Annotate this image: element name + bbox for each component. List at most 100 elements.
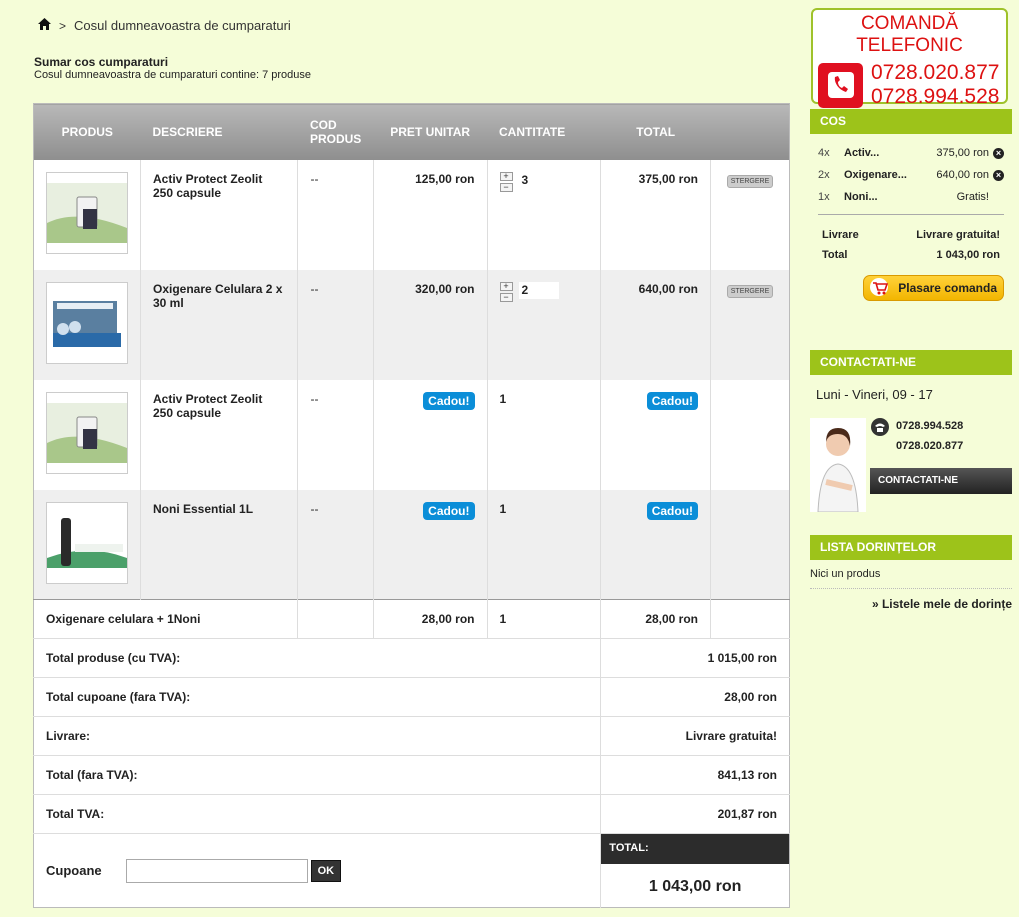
cart-summary-subtitle: Cosul dumneavoastra de cumparaturi conti… bbox=[34, 69, 311, 81]
cart-item-qty: 1x bbox=[818, 191, 830, 203]
contact-phone[interactable]: 0728.020.877 bbox=[896, 436, 963, 456]
summary-value: 841,13 ron bbox=[600, 755, 790, 795]
product-thumbnail[interactable] bbox=[46, 391, 128, 474]
grand-total-value: 1 043,00 ron bbox=[648, 878, 742, 895]
line-total: 375,00 ron bbox=[600, 159, 712, 270]
total-label: Total bbox=[822, 249, 848, 261]
list-item: 4x Activ... 375,00 ron × bbox=[810, 142, 1012, 164]
sidebar-cart-title: COS bbox=[810, 109, 1012, 134]
gift-badge: Cadou! bbox=[423, 391, 475, 410]
table-row: Oxigenare Celulara 2 x 30 ml -- 320,00 r… bbox=[33, 269, 790, 380]
product-thumbnail[interactable] bbox=[46, 501, 128, 584]
summary-label: Total cupoane (fara TVA): bbox=[33, 677, 602, 717]
contact-button[interactable]: CONTACTATI-NE bbox=[870, 468, 1012, 494]
table-row: Activ Protect Zeolit 250 capsule -- 125,… bbox=[33, 159, 790, 270]
discount-name: Oxigenare celulara + 1Noni bbox=[33, 599, 299, 639]
coupon-total-row: Cupoane OK TOTAL: 1 043,00 ron bbox=[33, 833, 790, 908]
product-code: -- bbox=[310, 391, 319, 406]
product-code: -- bbox=[310, 281, 319, 296]
summary-label: Total TVA: bbox=[33, 794, 602, 834]
shipping-value: Livrare gratuita! bbox=[916, 229, 1000, 241]
sidebar-wishlist: LISTA DORINȚELOR Nici un produs » Listel… bbox=[810, 535, 1012, 611]
phone-order-box: COMANDĂ TELEFONIC 0728.020.877 0728.994.… bbox=[811, 8, 1008, 108]
sidebar-contact: CONTACTATI-NE Luni - Vineri, 09 - 17 072… bbox=[810, 350, 1012, 512]
unit-price: 320,00 ron bbox=[373, 269, 488, 380]
cart-item-price: 375,00 ron bbox=[936, 147, 989, 159]
header-total: TOTAL bbox=[600, 103, 711, 160]
list-item: 2x Oxigenare... 640,00 ron × bbox=[810, 164, 1012, 186]
remove-icon[interactable]: × bbox=[993, 147, 1004, 159]
contact-phone[interactable]: 0728.994.528 bbox=[896, 416, 963, 436]
sidebar-cart: COS 4x Activ... 375,00 ron × 2x Oxigenar… bbox=[810, 109, 1012, 301]
product-name[interactable]: Oxigenare Celulara 2 x 30 ml bbox=[153, 282, 285, 310]
cart-item-name[interactable]: Activ... bbox=[844, 147, 936, 159]
shipping-label: Livrare bbox=[822, 229, 859, 241]
minus-icon[interactable]: − bbox=[499, 292, 513, 302]
remove-icon[interactable]: × bbox=[993, 169, 1004, 181]
wishlist-link[interactable]: » Listele mele de dorințe bbox=[810, 589, 1012, 611]
divider bbox=[818, 214, 1004, 215]
delete-button[interactable]: STERGERE bbox=[726, 174, 774, 188]
product-code: -- bbox=[310, 171, 319, 186]
phone-number[interactable]: 0728.020.877 bbox=[871, 61, 999, 85]
summary-row: Total TVA: 201,87 ron bbox=[33, 794, 790, 834]
support-agent-image bbox=[810, 418, 866, 512]
coupon-input[interactable] bbox=[125, 858, 308, 883]
place-order-button[interactable]: Plasare comanda bbox=[863, 275, 1004, 301]
list-item: 1x Noni... Gratis! bbox=[810, 186, 1012, 208]
phone-icon bbox=[818, 62, 863, 108]
breadcrumb: > Cosul dumneavoastra de cumparaturi bbox=[38, 18, 291, 33]
shopping-cart-icon bbox=[870, 277, 892, 299]
header-pret-unitar: PRET UNITAR bbox=[373, 103, 487, 160]
unit-price: 125,00 ron bbox=[373, 159, 488, 270]
summary-row: Total produse (cu TVA): 1 015,00 ron bbox=[33, 638, 790, 678]
summary-value: 1 015,00 ron bbox=[600, 638, 790, 678]
coupon-label: Cupoane bbox=[46, 863, 102, 878]
sidebar-contact-title: CONTACTATI-NE bbox=[810, 350, 1012, 375]
product-name[interactable]: Noni Essential 1L bbox=[153, 502, 285, 516]
home-icon[interactable] bbox=[38, 18, 51, 33]
total-value: 1 043,00 ron bbox=[936, 249, 1000, 261]
coupon-ok-button[interactable]: OK bbox=[310, 859, 342, 882]
breadcrumb-current: Cosul dumneavoastra de cumparaturi bbox=[74, 18, 291, 33]
breadcrumb-separator: > bbox=[59, 18, 67, 33]
product-name[interactable]: Activ Protect Zeolit 250 capsule bbox=[153, 172, 285, 200]
quantity-stepper: + − 3 bbox=[499, 171, 589, 192]
cart-item-qty: 2x bbox=[818, 169, 830, 181]
header-produs: PRODUS bbox=[33, 103, 141, 160]
cart-shipping: Livrare Livrare gratuita! bbox=[810, 225, 1012, 245]
header-actions bbox=[710, 103, 790, 160]
cart-item-name[interactable]: Noni... bbox=[844, 191, 957, 203]
summary-value: 201,87 ron bbox=[600, 794, 790, 834]
quantity-field[interactable]: 3 bbox=[518, 171, 559, 189]
discount-total: 28,00 ron bbox=[600, 599, 712, 639]
header-cod-produs: COD PRODUS bbox=[297, 103, 374, 160]
cart-header-row: PRODUS DESCRIERE COD PRODUS PRET UNITAR … bbox=[33, 103, 790, 160]
quantity-field[interactable]: 2 bbox=[518, 281, 559, 299]
delete-button[interactable]: STERGERE bbox=[726, 284, 774, 298]
product-thumbnail[interactable] bbox=[46, 281, 128, 364]
cart-item-qty: 4x bbox=[818, 147, 830, 159]
table-row: Activ Protect Zeolit 250 capsule -- Cado… bbox=[33, 379, 790, 490]
cart-total: Total 1 043,00 ron bbox=[810, 245, 1012, 265]
header-descriere: DESCRIERE bbox=[140, 103, 298, 160]
plus-icon[interactable]: + bbox=[499, 171, 513, 181]
grand-total-label: TOTAL: bbox=[601, 834, 789, 864]
gift-badge: Cadou! bbox=[423, 501, 475, 520]
summary-value: 28,00 ron bbox=[600, 677, 790, 717]
cart-item-name[interactable]: Oxigenare... bbox=[844, 169, 936, 181]
cart-table: PRODUS DESCRIERE COD PRODUS PRET UNITAR … bbox=[33, 103, 790, 908]
coupon-area: Cupoane OK bbox=[46, 858, 588, 883]
discount-price: 28,00 ron bbox=[373, 599, 488, 639]
discount-row: Oxigenare celulara + 1Noni 28,00 ron 1 2… bbox=[33, 599, 790, 639]
plus-icon[interactable]: + bbox=[499, 281, 513, 291]
summary-label: Livrare: bbox=[33, 716, 602, 756]
phone-number[interactable]: 0728.994.528 bbox=[871, 85, 999, 109]
sidebar-wishlist-title: LISTA DORINȚELOR bbox=[810, 535, 1012, 560]
minus-icon[interactable]: − bbox=[499, 182, 513, 192]
product-name[interactable]: Activ Protect Zeolit 250 capsule bbox=[153, 392, 285, 420]
product-thumbnail[interactable] bbox=[46, 171, 128, 254]
summary-row: Total (fara TVA): 841,13 ron bbox=[33, 755, 790, 795]
cart-item-price: 640,00 ron bbox=[936, 169, 989, 181]
telephone-icon bbox=[870, 418, 890, 439]
